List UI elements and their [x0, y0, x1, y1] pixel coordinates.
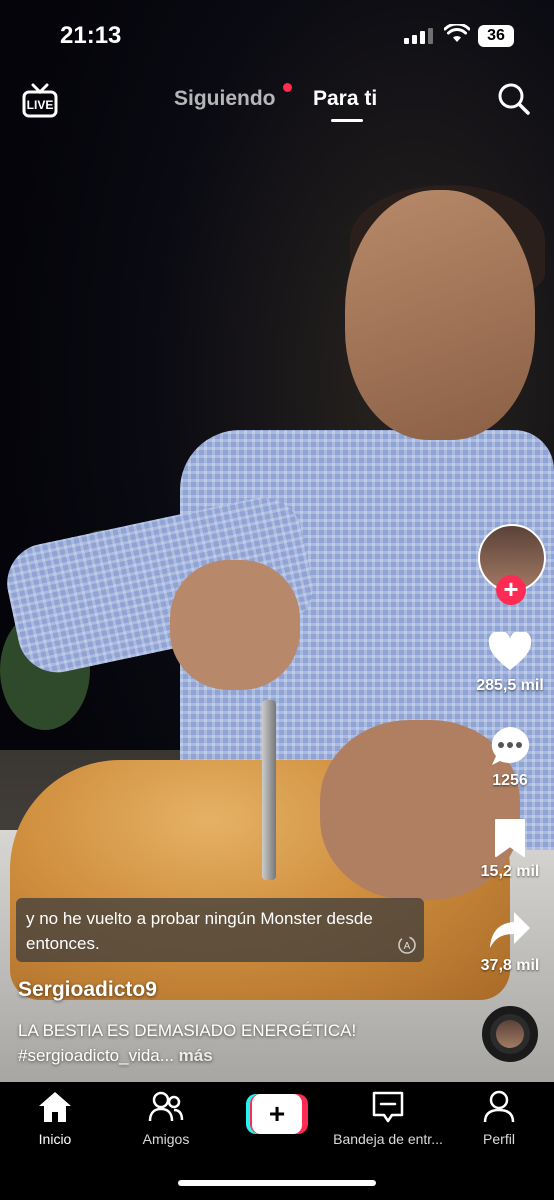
post-description[interactable]: LA BESTIA ES DEMASIADO ENERGÉTICA! #serg…	[18, 1018, 468, 1068]
knife	[262, 700, 276, 880]
active-tab-indicator	[331, 119, 363, 122]
comment-count: 1256	[492, 772, 528, 789]
profile-icon	[483, 1090, 515, 1123]
nav-label-perfil: Perfil	[483, 1131, 515, 1147]
caption-text: y no he vuelto a probar ningún Monster d…	[26, 909, 373, 953]
create-button[interactable]: +	[246, 1094, 308, 1134]
nav-label-bandeja: Bandeja de entr...	[333, 1131, 443, 1147]
svg-text:LIVE: LIVE	[27, 98, 54, 112]
home-icon	[39, 1092, 71, 1122]
auto-caption-overlay: y no he vuelto a probar ningún Monster d…	[16, 898, 424, 962]
status-bar: 21:13 36	[0, 0, 554, 70]
tab-siguiendo[interactable]: Siguiendo	[174, 87, 276, 111]
nav-label-amigos: Amigos	[142, 1131, 190, 1147]
friends-icon	[148, 1091, 184, 1122]
follow-button[interactable]: +	[496, 575, 526, 605]
live-icon[interactable]: LIVE	[22, 83, 58, 119]
heart-icon	[488, 630, 532, 670]
bookmark-icon	[495, 819, 525, 857]
cellular-signal-icon	[404, 28, 433, 44]
like-button[interactable]: 285,5 mil	[466, 630, 554, 695]
nav-perfil[interactable]: Perfil	[476, 1090, 522, 1147]
music-disc-cover	[496, 1020, 524, 1048]
search-icon[interactable]	[496, 81, 532, 117]
svg-text:A: A	[404, 941, 411, 952]
nav-inicio[interactable]: Inicio	[30, 1090, 80, 1147]
music-disc[interactable]	[482, 1006, 538, 1062]
nav-amigos[interactable]: Amigos	[136, 1090, 196, 1147]
comment-button[interactable]: 1256	[466, 725, 554, 790]
like-count: 285,5 mil	[476, 677, 544, 694]
share-count: 37,8 mil	[480, 957, 540, 974]
save-button[interactable]: 15,2 mil	[466, 818, 554, 881]
battery-indicator: 36	[478, 25, 514, 47]
wifi-icon	[444, 24, 470, 42]
creator-username[interactable]: Sergioadicto9	[18, 978, 157, 1002]
notification-dot	[283, 83, 292, 92]
tab-para-ti[interactable]: Para ti	[313, 87, 377, 111]
nav-bandeja[interactable]: Bandeja de entr...	[330, 1090, 446, 1147]
create-icon: +	[252, 1094, 302, 1134]
home-indicator[interactable]	[178, 1180, 376, 1186]
inbox-icon	[372, 1091, 404, 1123]
nav-label-inicio: Inicio	[38, 1131, 72, 1147]
share-button[interactable]: 37,8 mil	[466, 910, 554, 975]
person-head	[345, 190, 535, 440]
status-time: 21:13	[60, 22, 122, 49]
person-hand	[170, 560, 300, 690]
top-nav: LIVE Siguiendo Para ti	[0, 75, 554, 125]
comment-icon	[491, 727, 530, 765]
more-link[interactable]: más	[179, 1046, 213, 1065]
save-count: 15,2 mil	[480, 863, 540, 880]
share-icon	[490, 912, 530, 948]
translate-icon[interactable]: A	[396, 934, 418, 956]
